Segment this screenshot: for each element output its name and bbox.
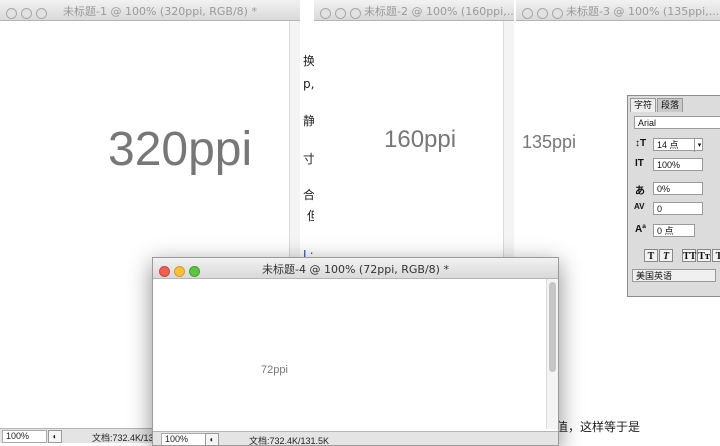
- window-1-titlebar[interactable]: 未标题-1 @ 100% (320ppi, RGB/8) *: [0, 0, 300, 21]
- tracking-percent-field[interactable]: 0%: [653, 182, 703, 195]
- zoom-field[interactable]: 100%: [161, 433, 206, 445]
- document-window-4[interactable]: 未标题-4 @ 100% (72ppi, RGB/8) * 72ppi 100%…: [152, 257, 559, 446]
- tab-character[interactable]: 字符: [630, 98, 657, 112]
- zoom-button[interactable]: [350, 8, 361, 19]
- window-2-titlebar[interactable]: 未标题-2 @ 100% (160ppi,...: [314, 0, 514, 21]
- small-caps-button[interactable]: Tт: [697, 249, 711, 262]
- font-size-icon: ↕T: [635, 138, 647, 149]
- language-select[interactable]: 美国英语: [632, 269, 716, 282]
- zoom-button[interactable]: [552, 8, 563, 19]
- doc-size-info: 文档:732.4K/131.5K: [249, 436, 330, 446]
- status-icon[interactable]: ◐: [48, 430, 62, 443]
- tab-paragraph[interactable]: 段落: [657, 98, 684, 112]
- window-4-scrollbar[interactable]: [546, 279, 558, 429]
- window-1-title: 未标题-1 @ 100% (320ppi, RGB/8) *: [63, 5, 257, 18]
- chevron-down-icon[interactable]: ▾: [694, 139, 704, 152]
- document-window-2[interactable]: 未标题-2 @ 100% (160ppi,... 160ppi: [314, 0, 514, 262]
- font-family-select[interactable]: Arial: [634, 116, 720, 129]
- window-3-titlebar[interactable]: 未标题-3 @ 100% (135ppi,...: [516, 0, 720, 21]
- superscript-button[interactable]: T: [712, 249, 720, 262]
- bg-text-2: p,: [303, 77, 315, 91]
- window-2-title: 未标题-2 @ 100% (160ppi,...: [364, 5, 514, 18]
- window-4-titlebar[interactable]: 未标题-4 @ 100% (72ppi, RGB/8) *: [153, 258, 558, 279]
- vertical-scale-icon: IT: [635, 158, 644, 169]
- scroll-thumb[interactable]: [549, 282, 556, 372]
- baseline-shift-icon: Aª: [635, 224, 646, 235]
- bg-text-bottom: 值，这样等于是: [556, 420, 641, 434]
- doc-size-info: 文档:732.4K/13: [92, 433, 154, 443]
- window-3-title: 未标题-3 @ 100% (135ppi,...: [566, 5, 720, 18]
- close-button[interactable]: [522, 8, 533, 19]
- minimize-button[interactable]: [335, 8, 346, 19]
- faux-bold-button[interactable]: T: [644, 249, 658, 262]
- all-caps-button[interactable]: TT: [682, 249, 696, 262]
- window-2-scrollbar[interactable]: [503, 21, 514, 262]
- kerning-icon: AV: [634, 202, 645, 211]
- tracking-icon: あ: [635, 186, 645, 197]
- window-4-title: 未标题-4 @ 100% (72ppi, RGB/8) *: [262, 263, 449, 276]
- zoom-field[interactable]: 100%: [2, 430, 47, 443]
- vertical-scale-field[interactable]: 100%: [653, 158, 703, 171]
- faux-italic-button[interactable]: T: [659, 249, 673, 262]
- baseline-shift-field[interactable]: 0 点: [653, 224, 695, 237]
- kerning-field[interactable]: 0: [653, 202, 703, 215]
- canvas-label-160: 160ppi: [384, 126, 457, 153]
- status-icon[interactable]: ◐: [205, 433, 219, 445]
- canvas-label-135: 135ppi: [522, 132, 577, 152]
- canvas-label-72: 72ppi: [261, 364, 288, 376]
- canvas-label-320: 320ppi: [108, 123, 253, 176]
- close-button[interactable]: [320, 8, 331, 19]
- character-panel[interactable]: 字符 段落 Arial ↕T 14 点 ▾ IT 100% あ 0% AV 0 A…: [627, 95, 720, 297]
- minimize-button[interactable]: [537, 8, 548, 19]
